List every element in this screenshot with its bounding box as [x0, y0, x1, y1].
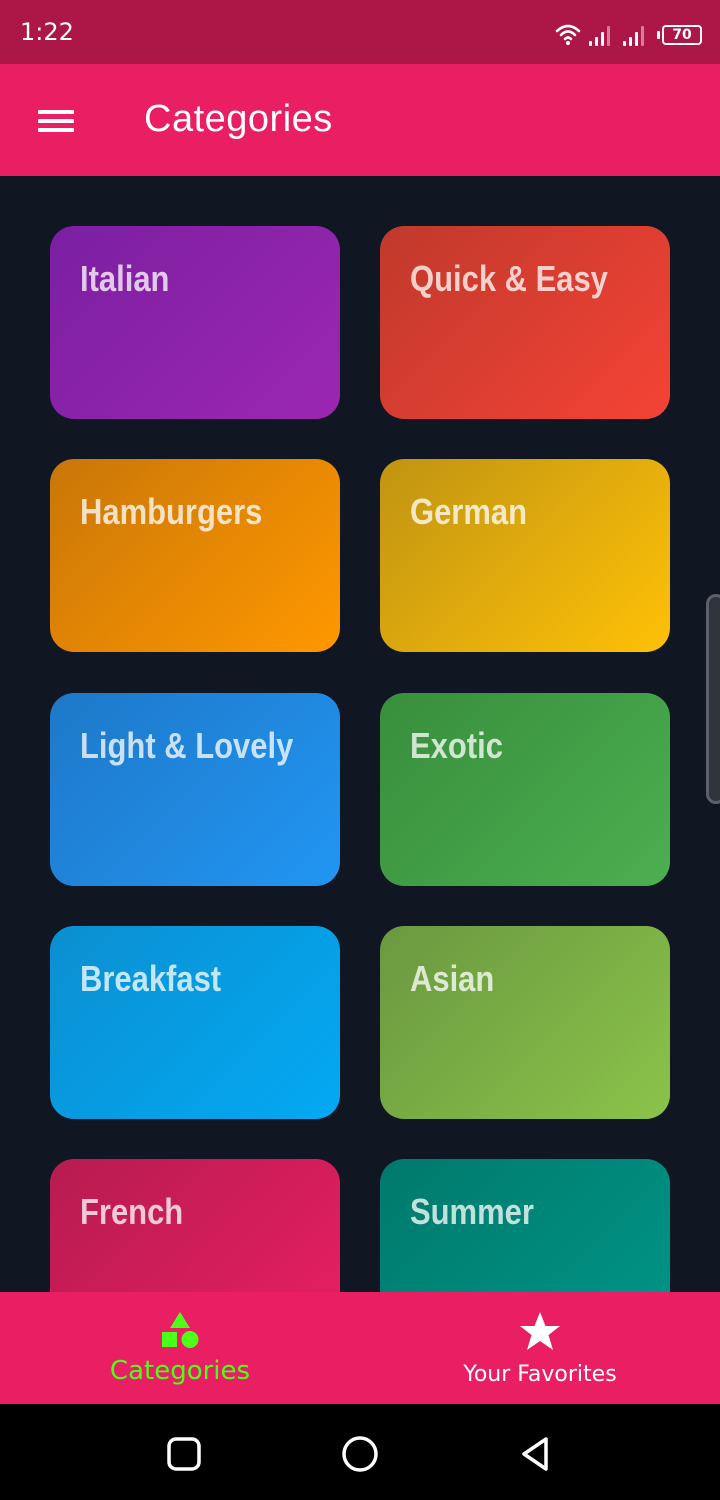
app-bar: Categories [0, 64, 720, 176]
tab-categories[interactable]: Categories [0, 1292, 360, 1404]
status-bar: 1:22 70 [0, 0, 720, 64]
category-tile-exotic[interactable]: Exotic [380, 693, 670, 886]
category-label: Light & Lovely [80, 725, 294, 766]
bottom-navigation: Categories Your Favorites [0, 1292, 720, 1404]
status-time: 1:22 [20, 18, 74, 46]
category-label: Hamburgers [80, 491, 263, 532]
recents-square-icon[interactable] [164, 1434, 204, 1474]
category-tile-summer[interactable]: Summer [380, 1159, 670, 1292]
category-tile-asian[interactable]: Asian [380, 926, 670, 1119]
battery-level: 70 [662, 25, 702, 45]
category-label: Summer [410, 1191, 534, 1232]
page-title: Categories [144, 98, 333, 140]
category-label: Asian [410, 958, 495, 999]
category-label: Exotic [410, 725, 503, 766]
category-tile-italian[interactable]: Italian [50, 226, 340, 419]
status-icons: 70 [555, 18, 702, 46]
category-label: Breakfast [80, 958, 222, 999]
category-tile-light-lovely[interactable]: Light & Lovely [50, 693, 340, 886]
battery-icon: 70 [657, 24, 702, 46]
category-tile-french[interactable]: French [50, 1159, 340, 1292]
signal-icon [623, 24, 649, 46]
category-tile-german[interactable]: German [380, 459, 670, 652]
category-tile-quick-easy[interactable]: Quick & Easy [380, 226, 670, 419]
category-grid: Italian Quick & Easy Hamburgers German L… [0, 176, 720, 1292]
star-icon [520, 1312, 560, 1350]
back-triangle-icon[interactable] [516, 1434, 556, 1474]
category-label: German [410, 491, 528, 532]
category-shapes-icon [162, 1312, 199, 1348]
hamburger-menu-icon[interactable] [28, 100, 84, 140]
wifi-icon [555, 24, 581, 45]
tab-label: Your Favorites [463, 1362, 617, 1387]
category-label: Quick & Easy [410, 258, 608, 299]
scroll-handle[interactable] [706, 594, 720, 804]
category-label: Italian [80, 258, 170, 299]
category-label: French [80, 1191, 184, 1232]
tab-your-favorites[interactable]: Your Favorites [360, 1292, 720, 1404]
signal-icon [589, 24, 615, 46]
system-navigation-bar [0, 1404, 720, 1500]
category-tile-hamburgers[interactable]: Hamburgers [50, 459, 340, 652]
tab-label: Categories [109, 1356, 251, 1386]
category-tile-breakfast[interactable]: Breakfast [50, 926, 340, 1119]
home-circle-icon[interactable] [340, 1434, 380, 1474]
